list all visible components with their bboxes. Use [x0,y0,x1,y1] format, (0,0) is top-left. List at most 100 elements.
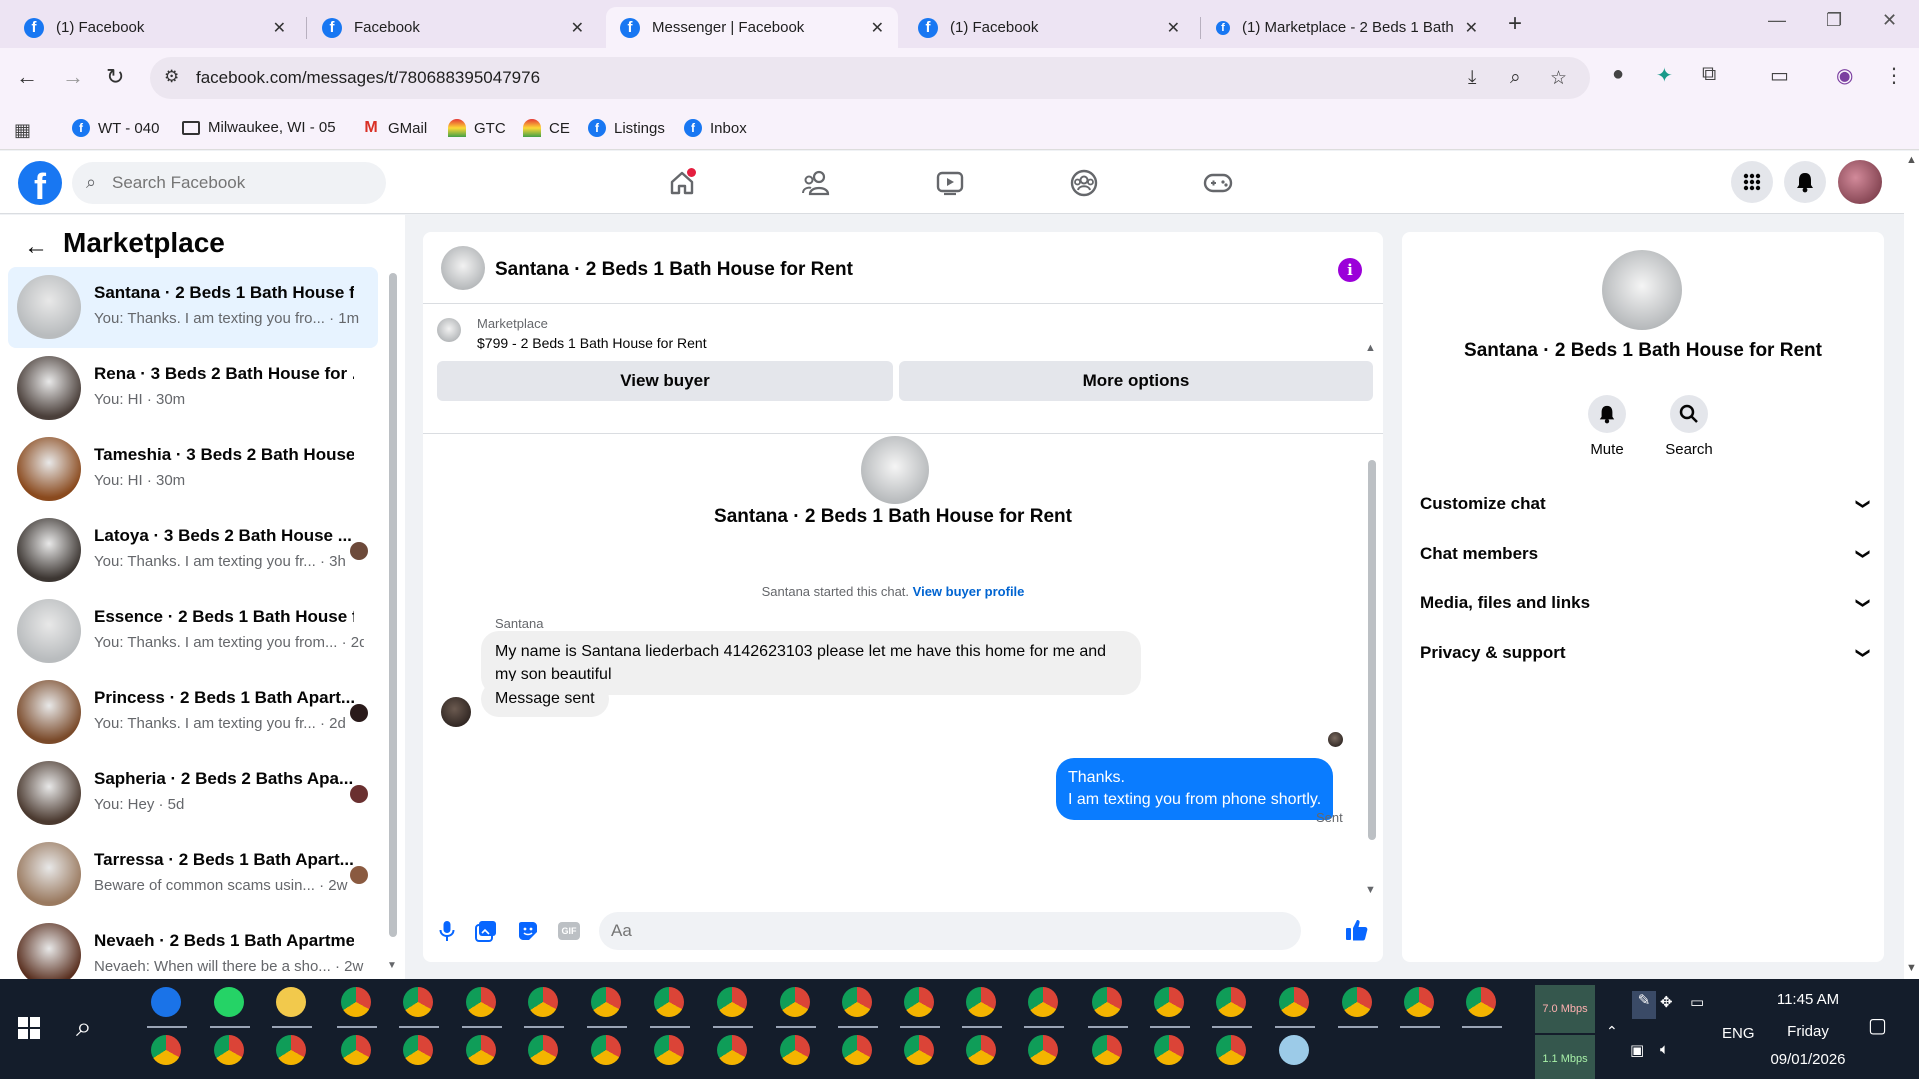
scroll-down-arrow-icon[interactable]: ▼ [1906,962,1917,974]
chat-list-item[interactable]: Santana · 2 Beds 1 Bath House f... You: T… [8,267,378,348]
file-explorer-icon[interactable] [276,987,306,1017]
chrome-profile-icon[interactable] [1028,987,1058,1017]
url-text[interactable]: facebook.com/messages/t/780688395047976 [196,68,540,88]
tab-facebook-1[interactable]: f (1) Facebook ✕ [10,7,300,48]
chat-list-item[interactable]: Tameshia · 3 Beds 2 Bath House ... You: H… [8,429,378,510]
more-options-button[interactable]: More options [899,361,1373,401]
tab-messenger[interactable]: f Messenger | Facebook ✕ [606,7,898,48]
notepad-icon[interactable] [1279,1035,1309,1065]
close-tab-icon[interactable]: ✕ [871,18,884,38]
notifications-bell-icon[interactable] [1784,161,1826,203]
chat-members-row[interactable]: Chat members ❯ [1420,536,1872,572]
dropbox-icon[interactable]: ✥ [1660,993,1673,1011]
chrome-profile-icon[interactable] [842,1035,872,1065]
puzzle-extensions-icon[interactable]: ⧉ [1702,63,1716,86]
privacy-support-row[interactable]: Privacy & support ❯ [1420,635,1872,671]
account-avatar[interactable] [1838,160,1882,204]
gif-icon[interactable]: GIF [558,922,580,940]
chrome-profile-icon[interactable] [1466,987,1496,1017]
chrome-profile-icon[interactable] [1279,987,1309,1017]
windows-start-icon[interactable] [18,1017,40,1039]
chrome-profile-icon[interactable] [1216,1035,1246,1065]
chrome-profile-icon[interactable] [591,987,621,1017]
bookmark-listings[interactable]: f Listings [588,119,665,137]
chrome-profile-icon[interactable] [717,1035,747,1065]
chrome-profile-icon[interactable] [528,987,558,1017]
clock-day[interactable]: Friday [1760,1023,1856,1040]
close-window-icon[interactable]: ✕ [1882,10,1897,31]
close-tab-icon[interactable]: ✕ [1465,18,1478,38]
taskbar-search-icon[interactable]: ⌕ [76,1011,92,1044]
bookmark-gmail[interactable]: M GMail [362,119,427,137]
message-input[interactable] [611,912,1251,950]
chrome-profile-icon[interactable] [654,987,684,1017]
friends-icon[interactable] [796,165,836,201]
chrome-profile-icon[interactable] [341,987,371,1017]
bookmark-inbox[interactable]: f Inbox [684,119,747,137]
chrome-profile-icon[interactable] [403,987,433,1017]
chrome-profile-icon[interactable] [214,1035,244,1065]
chrome-profile-icon[interactable] [341,1035,371,1065]
chrome-profile-icon[interactable] [1154,1035,1184,1065]
close-tab-icon[interactable]: ✕ [273,18,286,38]
chat-list-item[interactable]: Sapheria · 2 Beds 2 Baths Apa... You: Hey… [8,753,378,834]
chrome-profile-icon[interactable] [654,1035,684,1065]
office-icon[interactable] [151,987,181,1017]
chrome-profile-icon[interactable] [904,1035,934,1065]
chrome-profile-icon[interactable] [1092,1035,1122,1065]
restore-icon[interactable]: ❐ [1826,10,1842,31]
info-icon[interactable]: i [1338,258,1362,282]
chat-list-item[interactable]: Princess · 2 Beds 1 Bath Apart... You: Th… [8,672,378,753]
menu-grid-icon[interactable] [1731,161,1773,203]
scroll-down-arrow-icon[interactable]: ▼ [387,960,397,971]
battery-icon[interactable]: ▭ [1690,993,1704,1011]
tray-expand-icon[interactable]: ⌃ [1606,1023,1618,1040]
whatsapp-icon[interactable] [214,987,244,1017]
install-app-icon[interactable]: ⤓ [1468,67,1476,89]
scroll-up-arrow-icon[interactable]: ▲ [1906,154,1917,166]
chat-list-item[interactable]: Rena · 3 Beds 2 Bath House for ... You: H… [8,348,378,429]
apps-grid-icon[interactable]: ▦ [14,120,31,141]
chat-list-item[interactable]: Latoya · 3 Beds 2 Bath House ... You: Tha… [8,510,378,591]
back-arrow-icon[interactable]: ← [16,64,38,90]
minimize-icon[interactable]: — [1768,10,1786,31]
forward-arrow-icon[interactable]: → [62,64,84,90]
tab-search-icon[interactable]: ▭ [1770,63,1789,88]
bookmark-gtc[interactable]: GTC [448,119,506,137]
clock-time[interactable]: 11:45 AM [1760,991,1856,1008]
customize-chat-row[interactable]: Customize chat ❯ [1420,486,1872,522]
mute-button[interactable]: Mute [1572,395,1642,458]
tab-facebook-2[interactable]: f Facebook ✕ [308,7,598,48]
chrome-profile-icon[interactable] [1404,987,1434,1017]
conversation-avatar[interactable] [441,246,485,290]
reload-icon[interactable]: ↻ [106,64,124,90]
tab-marketplace[interactable]: f (1) Marketplace - 2 Beds 1 Bath ✕ [1202,7,1492,48]
scroll-up-arrow-icon[interactable]: ▲ [1365,342,1376,354]
language-indicator[interactable]: ENG [1722,1025,1755,1042]
chrome-profile-icon[interactable] [717,987,747,1017]
conversation-title[interactable]: Santana · 2 Beds 1 Bath House for Rent [495,259,853,281]
search-conversation-button[interactable]: Search [1654,395,1724,458]
chrome-profile-icon[interactable] [466,987,496,1017]
chrome-profile-icon[interactable] [276,1035,306,1065]
chrome-profile-icon[interactable] [1154,987,1184,1017]
close-tab-icon[interactable]: ✕ [1167,18,1180,38]
chrome-profile-icon[interactable] [966,1035,996,1065]
facebook-logo-icon[interactable]: f [18,161,62,205]
view-buyer-profile-link[interactable]: View buyer profile [913,584,1025,599]
chrome-profile-icon[interactable] [591,1035,621,1065]
chrome-profile-icon[interactable] [1092,987,1122,1017]
chrome-profile-icon[interactable] [466,1035,496,1065]
close-tab-icon[interactable]: ✕ [571,18,584,38]
view-buyer-button[interactable]: View buyer [437,361,893,401]
chat-list-item[interactable]: Essence · 2 Beds 1 Bath House f... You: T… [8,591,378,672]
gaming-icon[interactable] [1198,165,1238,201]
like-thumbs-up-icon[interactable] [1345,918,1369,948]
bookmark-ce[interactable]: CE [523,119,570,137]
chrome-profile-icon[interactable] [904,987,934,1017]
cookie-extension-icon[interactable]: ● [1612,63,1624,86]
chrome-profile-icon[interactable] [1028,1035,1058,1065]
thread-scrollbar[interactable] [1368,460,1376,840]
chrome-profile-icon[interactable] [780,1035,810,1065]
bookmark-milwaukee[interactable]: Milwaukee, WI - 05 [182,119,336,136]
